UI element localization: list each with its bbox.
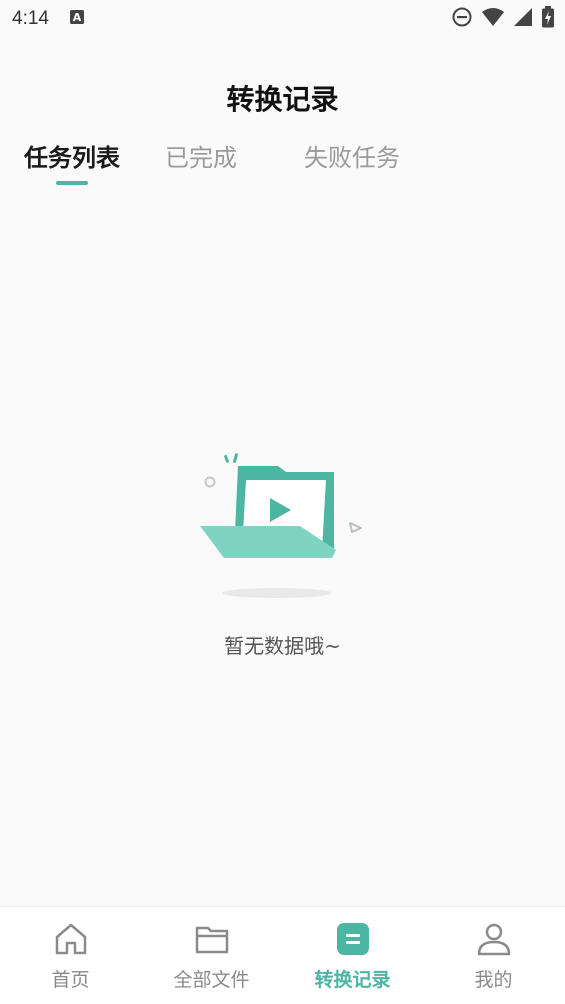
nav-home[interactable]: 首页	[0, 907, 141, 1004]
notification-a-icon: A	[69, 9, 85, 29]
wifi-icon	[481, 7, 505, 31]
nav-mine[interactable]: 我的	[423, 907, 564, 1004]
status-time: 4:14	[12, 8, 49, 29]
convert-record-icon	[335, 921, 371, 957]
tab-completed[interactable]: 已完成	[165, 138, 237, 173]
signal-icon	[513, 7, 533, 31]
tab-failed-tasks[interactable]: 失败任务	[304, 138, 400, 173]
nav-convert-record[interactable]: 转换记录	[282, 907, 423, 1004]
tab-bar: 任务列表 已完成 失败任务	[0, 138, 565, 194]
tab-active-indicator	[56, 181, 88, 185]
nav-all-files-label: 全部文件	[173, 969, 250, 991]
nav-all-files[interactable]: 全部文件	[141, 907, 282, 1004]
user-icon	[476, 921, 512, 957]
status-left: 4:14 A	[12, 8, 85, 30]
status-right	[451, 6, 555, 32]
empty-message: 暂无数据哦~	[224, 634, 341, 658]
dnd-icon	[451, 6, 473, 32]
battery-charging-icon	[541, 6, 555, 32]
bottom-nav: 首页 全部文件 转换记录 我的	[0, 906, 565, 1004]
svg-text:A: A	[73, 11, 82, 24]
nav-home-label: 首页	[51, 969, 90, 991]
page-title: 转换记录	[226, 83, 339, 116]
nav-convert-record-label: 转换记录	[314, 969, 391, 991]
folder-icon	[194, 921, 230, 957]
home-icon	[53, 921, 89, 957]
empty-folder-video-icon	[196, 450, 368, 602]
nav-mine-label: 我的	[474, 969, 513, 991]
status-bar: 4:14 A	[0, 0, 565, 38]
tab-task-list[interactable]: 任务列表	[24, 138, 120, 173]
